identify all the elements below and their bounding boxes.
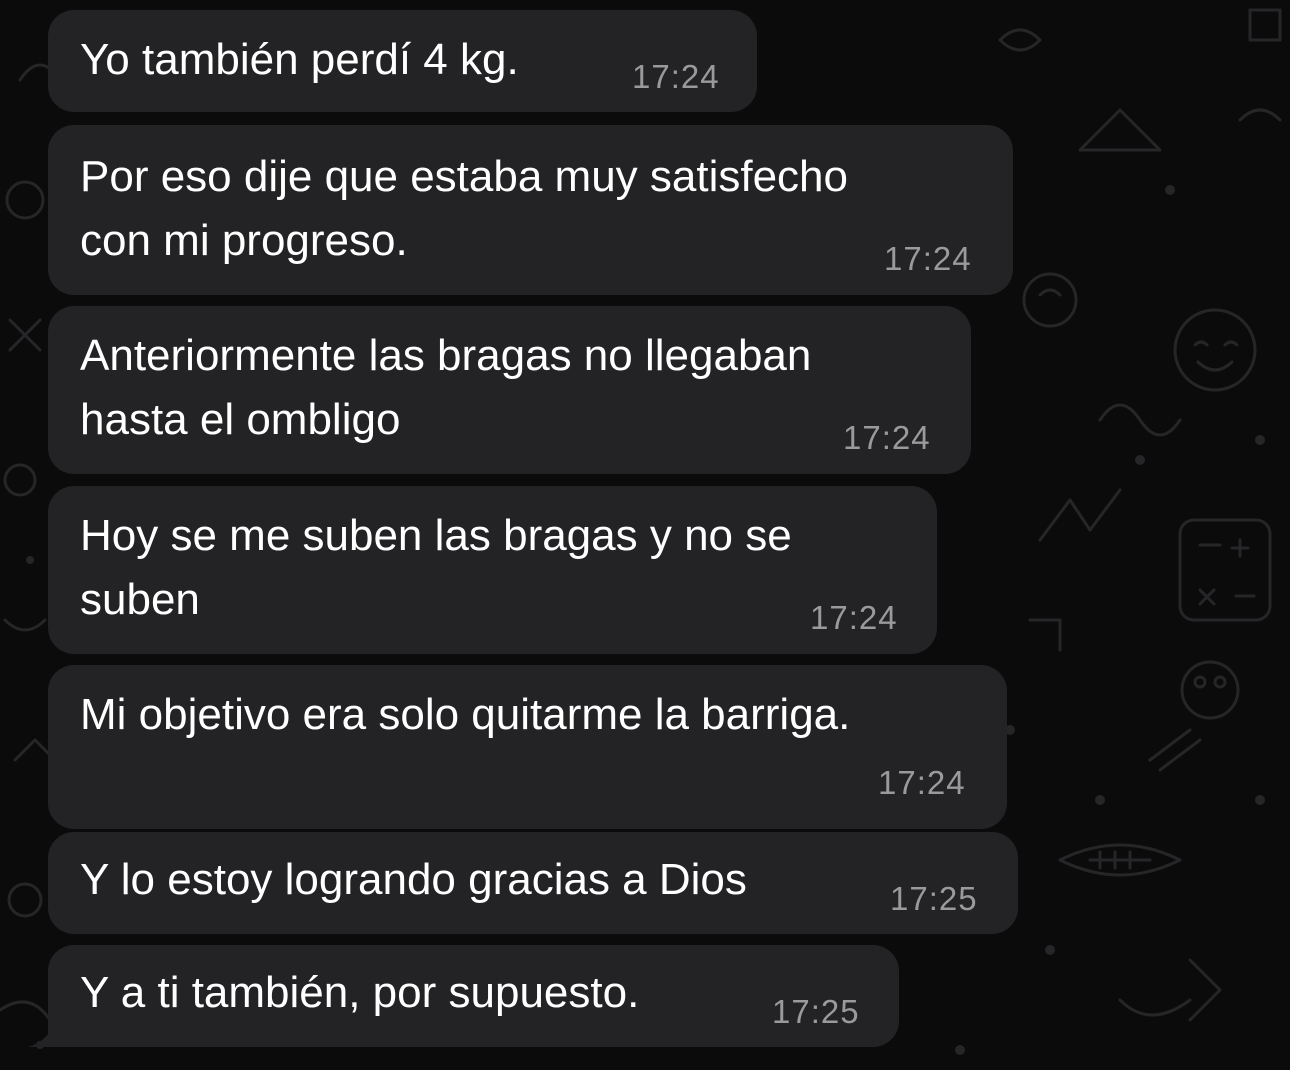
message-bubble[interactable]: Y lo estoy logrando gracias a Dios 17:25 — [48, 832, 1018, 934]
message-bubble[interactable]: Yo también perdí 4 kg. 17:24 — [48, 10, 757, 112]
bubble-tail-icon — [28, 1017, 68, 1047]
message-bubble[interactable]: Mi objetivo era solo quitarme la barriga… — [48, 665, 1007, 829]
message-time: 17:24 — [810, 599, 898, 636]
message-time: 17:24 — [843, 419, 931, 456]
message-bubble[interactable]: Por eso dije que estaba muy satisfecho c… — [48, 125, 1013, 295]
message-text: Por eso dije que estaba muy satisfecho c… — [80, 152, 849, 265]
message-time: 17:24 — [632, 58, 720, 95]
message-time: 17:24 — [878, 764, 966, 801]
message-time: 17:24 — [884, 240, 972, 277]
calculator-doodle-icon — [1178, 518, 1272, 622]
message-bubble[interactable]: Anteriormente las bragas no llegaban has… — [48, 306, 971, 474]
message-text: Mi objetivo era solo quitarme la barriga… — [80, 690, 851, 739]
message-text: Yo también perdí 4 kg. — [80, 35, 519, 84]
message-text: Y a ti también, por supuesto. — [80, 968, 640, 1017]
mountain-doodle-icon — [1078, 108, 1162, 152]
message-bubble[interactable]: Y a ti también, por supuesto. 17:25 — [48, 945, 899, 1047]
smiley-doodle-icon — [1173, 308, 1257, 392]
message-time: 17:25 — [772, 993, 860, 1030]
message-text: Hoy se me suben las bragas y no se suben — [80, 511, 792, 624]
message-bubble[interactable]: Hoy se me suben las bragas y no se suben… — [48, 486, 937, 654]
message-text: Y lo estoy logrando gracias a Dios — [80, 855, 747, 904]
message-text: Anteriormente las bragas no llegaban has… — [80, 331, 812, 444]
message-time: 17:25 — [890, 880, 978, 917]
chat-area[interactable]: Yo también perdí 4 kg. 17:24 Por eso dij… — [0, 0, 1290, 1070]
